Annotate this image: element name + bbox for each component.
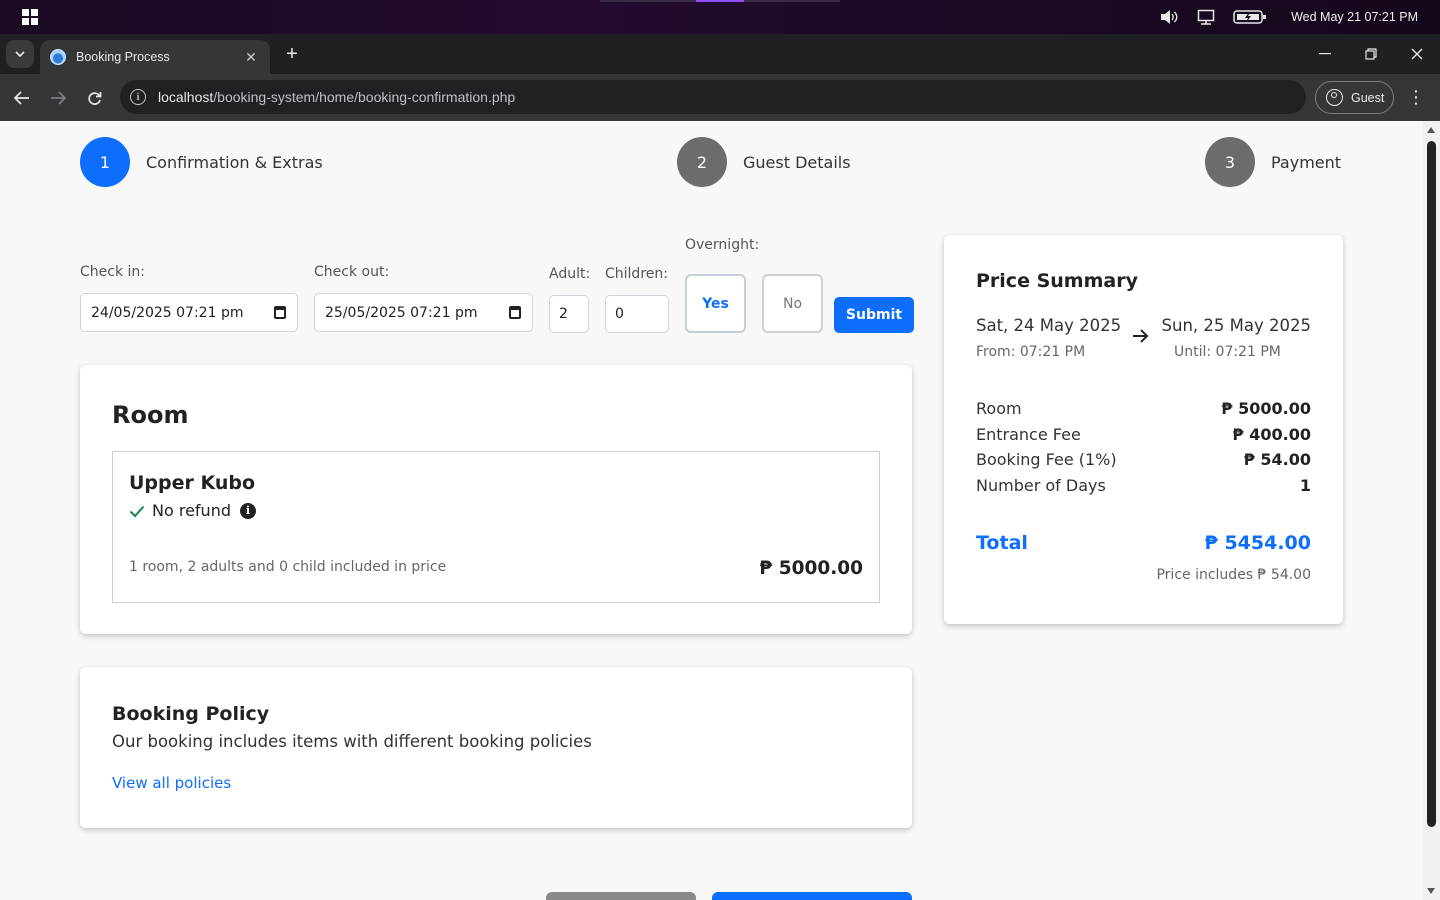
submit-button[interactable]: Submit: [834, 297, 914, 333]
arrow-right-icon: [1133, 329, 1149, 343]
summary-row-value: 1: [1299, 476, 1311, 495]
browser-toolbar: i localhost/booking-system/home/booking-…: [0, 74, 1440, 121]
battery-icon[interactable]: [1233, 9, 1267, 25]
browser-tabstrip: Booking Process ✕ +: [0, 34, 1440, 74]
room-card: Room Upper Kubo No refund i 1 room, 2 ad…: [80, 365, 912, 634]
page-scrollbar[interactable]: [1423, 121, 1440, 900]
view-policies-link[interactable]: View all policies: [112, 774, 231, 792]
summary-row-value: ₱ 5000.00: [1221, 399, 1311, 418]
check-in-label: Check in:: [80, 264, 145, 280]
calendar-icon[interactable]: [509, 306, 521, 319]
url-path: /booking-system/home/booking-confirmatio…: [213, 89, 516, 105]
next-button[interactable]: [712, 892, 912, 900]
url-host: localhost: [158, 89, 214, 105]
scrollbar-thumb[interactable]: [1427, 141, 1436, 827]
chevron-down-icon: [15, 51, 25, 57]
until-date: Sun, 25 May 2025: [1161, 316, 1311, 335]
restore-icon[interactable]: [1348, 34, 1394, 74]
step-label: Payment: [1271, 152, 1342, 172]
new-tab-button[interactable]: +: [281, 44, 303, 66]
policy-title: Booking Policy: [112, 703, 270, 725]
back-icon[interactable]: [9, 85, 35, 111]
booking-policy-card: Booking Policy Our booking includes item…: [80, 667, 912, 828]
summary-row-label: Room: [976, 399, 1022, 418]
tab-title: Booking Process: [76, 50, 170, 64]
overnight-yes-button[interactable]: Yes: [685, 274, 746, 333]
room-price: ₱ 5000.00: [759, 558, 863, 579]
from-time: From: 07:21 PM: [976, 344, 1086, 360]
calendar-icon[interactable]: [274, 306, 286, 319]
profile-label: Guest: [1351, 90, 1385, 105]
step-number: 2: [677, 137, 727, 187]
tab-search-button[interactable]: [6, 40, 34, 68]
step-label: Confirmation & Extras: [146, 152, 323, 172]
display-icon[interactable]: [1197, 9, 1215, 25]
site-info-icon[interactable]: i: [130, 89, 146, 105]
browser-menu-icon[interactable]: ⋮: [1406, 86, 1426, 110]
info-icon[interactable]: i: [239, 502, 256, 519]
workspace-indicator: [600, 0, 840, 2]
total-label: Total: [976, 532, 1028, 554]
browser-tab-active[interactable]: Booking Process ✕: [40, 40, 270, 74]
room-description: 1 room, 2 adults and 0 child included in…: [129, 559, 447, 575]
profile-button[interactable]: Guest: [1315, 81, 1394, 114]
refund-label: No refund: [152, 501, 231, 520]
page-content: 1 Confirmation & Extras 2 Guest Details …: [0, 121, 1423, 900]
check-out-value: 25/05/2025 07:21 pm: [325, 304, 478, 321]
forward-icon[interactable]: [45, 85, 71, 111]
step-label: Guest Details: [743, 152, 851, 172]
summary-row-label: Booking Fee (1%): [976, 450, 1117, 469]
overnight-label: Overnight:: [685, 237, 760, 253]
window-controls: [1302, 34, 1440, 74]
room-section-title: Room: [112, 401, 189, 429]
step-number: 1: [80, 137, 130, 187]
profile-icon: [1326, 89, 1343, 106]
reload-icon[interactable]: [81, 85, 107, 111]
children-label: Children:: [605, 266, 668, 282]
url-text[interactable]: localhost/booking-system/home/booking-co…: [158, 89, 515, 105]
check-in-value: 24/05/2025 07:21 pm: [91, 304, 244, 321]
system-tray: Wed May 21 07:21 PM: [1159, 0, 1440, 34]
check-icon: [129, 505, 145, 517]
step-number: 3: [1205, 137, 1255, 187]
minimize-icon[interactable]: [1302, 34, 1348, 74]
refund-status: No refund i: [129, 501, 256, 520]
step-guest-details: 2 Guest Details: [677, 137, 851, 187]
price-includes-note: Price includes ₱ 54.00: [1156, 567, 1311, 583]
from-date: Sat, 24 May 2025: [976, 316, 1122, 335]
step-confirmation: 1 Confirmation & Extras: [80, 137, 323, 187]
summary-title: Price Summary: [976, 270, 1138, 292]
check-in-input[interactable]: 24/05/2025 07:21 pm: [80, 293, 298, 332]
scroll-down-icon[interactable]: [1427, 888, 1435, 894]
summary-row-label: Number of Days: [976, 476, 1106, 495]
close-window-icon[interactable]: [1394, 34, 1440, 74]
step-payment: 3 Payment: [1205, 137, 1341, 187]
price-summary-card: Price Summary Sat, 24 May 2025 From: 07:…: [944, 235, 1343, 624]
system-clock[interactable]: Wed May 21 07:21 PM: [1291, 10, 1418, 24]
os-taskbar: Wed May 21 07:21 PM: [0, 0, 1440, 34]
children-input[interactable]: 0: [605, 295, 669, 333]
overnight-no-button[interactable]: No: [762, 274, 823, 333]
favicon-icon: [50, 49, 66, 65]
close-tab-icon[interactable]: ✕: [242, 49, 260, 66]
until-time: Until: 07:21 PM: [1174, 344, 1281, 360]
total-value: ₱ 5454.00: [1204, 532, 1311, 554]
room-item: Upper Kubo No refund i 1 room, 2 adults …: [112, 451, 880, 603]
summary-row-value: ₱ 400.00: [1232, 425, 1311, 444]
windows-icon[interactable]: [22, 9, 38, 25]
room-name: Upper Kubo: [129, 472, 256, 494]
scroll-up-icon[interactable]: [1427, 127, 1435, 133]
summary-row-value: ₱ 54.00: [1243, 450, 1311, 469]
summary-row-label: Entrance Fee: [976, 425, 1081, 444]
adult-label: Adult:: [549, 266, 591, 282]
policy-text: Our booking includes items with differen…: [112, 732, 592, 751]
volume-icon[interactable]: [1159, 9, 1179, 25]
check-out-label: Check out:: [314, 264, 390, 280]
adult-input[interactable]: 2: [549, 295, 589, 333]
address-bar[interactable]: i localhost/booking-system/home/booking-…: [120, 80, 1306, 114]
check-out-input[interactable]: 25/05/2025 07:21 pm: [314, 293, 533, 332]
back-button[interactable]: [546, 892, 696, 900]
